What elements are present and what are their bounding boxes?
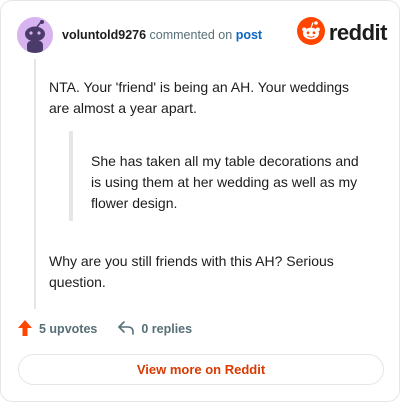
reply-arrow-icon xyxy=(117,320,135,339)
comment-actions: 5 upvotes 0 replies xyxy=(17,319,192,339)
comment-card: voluntold9276 commented on post reddit N… xyxy=(0,0,400,402)
reddit-wordmark: reddit xyxy=(328,20,388,45)
reply-button[interactable]: 0 replies xyxy=(117,320,192,339)
reddit-logo-icon xyxy=(296,16,325,50)
comment-meta: voluntold9276 commented on post xyxy=(62,27,262,43)
reddit-brand[interactable]: reddit xyxy=(296,16,388,50)
comment-header: voluntold9276 commented on post reddit xyxy=(17,16,388,53)
quote-text: She has taken all my table decorations a… xyxy=(91,153,359,211)
commented-on-text: commented on xyxy=(149,28,233,42)
quote-block: She has taken all my table decorations a… xyxy=(69,131,369,221)
post-link[interactable]: post xyxy=(236,28,262,42)
paragraph-2-text: Why are you still friends with this AH? … xyxy=(49,253,334,290)
username-link[interactable]: voluntold9276 xyxy=(62,28,146,42)
upvote-arrow-icon xyxy=(17,319,33,340)
upvote-button[interactable]: 5 upvotes xyxy=(17,319,97,340)
reply-count: 0 replies xyxy=(141,322,193,336)
comment-paragraph-2: Why are you still friends with this AH? … xyxy=(49,237,369,307)
paragraph-1-text: NTA. Your 'friend' is being an AH. Your … xyxy=(49,79,350,116)
comment-paragraph-1: NTA. Your 'friend' is being an AH. Your … xyxy=(49,77,369,119)
upvote-count: 5 upvotes xyxy=(39,322,98,336)
snoo-avatar-icon[interactable] xyxy=(17,17,53,53)
thread-line xyxy=(34,59,36,309)
view-more-button[interactable]: View more on Reddit xyxy=(18,354,384,385)
